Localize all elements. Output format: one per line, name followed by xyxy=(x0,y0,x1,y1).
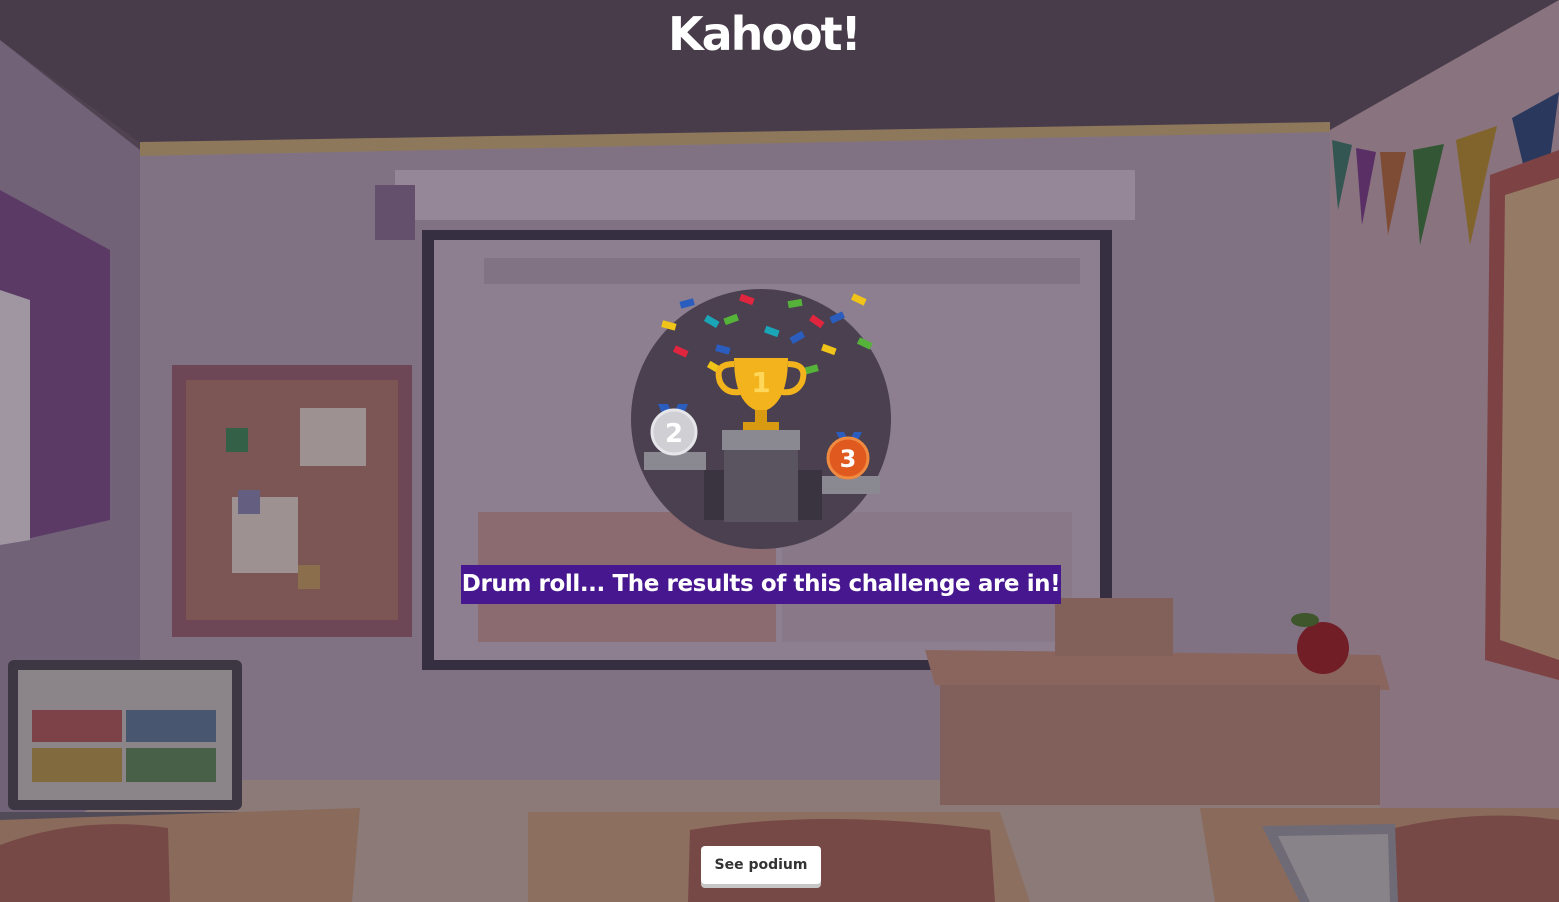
trophy-place-number: 1 xyxy=(751,366,770,399)
kahoot-logo: Kahoot! xyxy=(668,7,862,61)
podium-illustration: 1 2 3 xyxy=(631,289,891,549)
results-announcement-banner: Drum roll... The results of this challen… xyxy=(461,565,1061,604)
bronze-place-number: 3 xyxy=(840,445,857,473)
silver-place-number: 2 xyxy=(665,419,683,449)
see-podium-button[interactable]: See podium xyxy=(701,846,821,888)
pedestal-first xyxy=(722,430,800,450)
